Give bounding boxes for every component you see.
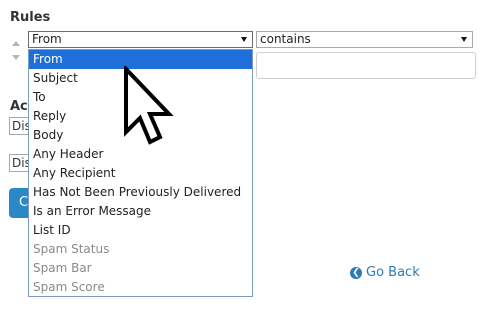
dropdown-option[interactable]: Has Not Been Previously Delivered: [29, 183, 252, 202]
go-back-link[interactable]: ❮ Go Back: [350, 265, 420, 280]
rule-operator-value: contains: [260, 32, 311, 46]
dropdown-option-disabled: Spam Bar: [33, 261, 92, 275]
go-back-label: Go Back: [366, 265, 420, 280]
move-down-icon[interactable]: [12, 55, 20, 60]
dropdown-option[interactable]: Any Recipient: [29, 164, 252, 183]
dropdown-option[interactable]: List ID: [29, 221, 252, 240]
rule-value-input[interactable]: [256, 52, 476, 79]
rule-operator-select[interactable]: contains: [256, 31, 473, 48]
reorder-controls: [11, 41, 21, 60]
arrow-left-circle-icon: ❮: [350, 266, 362, 279]
chevron-down-icon: [241, 37, 247, 42]
dropdown-option[interactable]: Any Header: [29, 145, 252, 164]
rule-field-value: From: [32, 32, 62, 46]
rules-heading: Rules: [10, 10, 51, 25]
dropdown-option-disabled: Spam Score: [33, 280, 105, 294]
filter-rules-page: Rules From contains Act Dis Dis C ❮ Go B…: [0, 0, 484, 310]
dropdown-option-disabled: Spam Status: [33, 242, 110, 256]
rule-field-select[interactable]: From: [28, 31, 253, 48]
move-up-icon[interactable]: [12, 41, 20, 46]
chevron-down-icon: [461, 37, 467, 42]
dropdown-option[interactable]: Is an Error Message: [29, 202, 252, 221]
mouse-pointer-icon: [124, 66, 174, 145]
